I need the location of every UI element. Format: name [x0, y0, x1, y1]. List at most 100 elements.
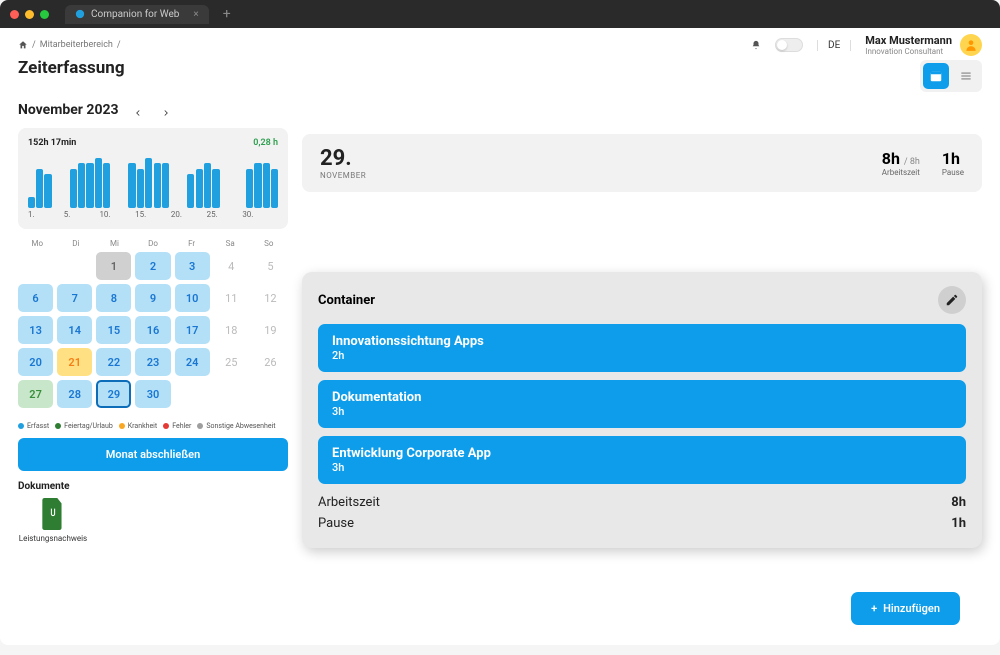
calendar-day[interactable]: 1 [96, 252, 131, 280]
calendar-day[interactable]: 20 [18, 348, 53, 376]
avatar [960, 34, 982, 56]
calendar-day[interactable]: 14 [57, 316, 92, 344]
calendar-legend: Erfasst Feiertag/Urlaub Krankheit Fehler… [18, 422, 288, 430]
hours-chart: 152h 17min 0,28 h 1.5.10.15.20.25.30. [18, 128, 288, 229]
chart-bar [70, 169, 77, 208]
plus-icon: + [871, 602, 877, 615]
chart-delta: 0,28 h [253, 138, 278, 148]
maximize-window-icon[interactable] [40, 10, 49, 19]
calendar-day[interactable]: 18 [214, 316, 249, 344]
document-icon [40, 498, 66, 530]
chart-bar [137, 169, 144, 208]
calendar-day[interactable]: 16 [135, 316, 170, 344]
page-title: Zeiterfassung [0, 58, 1000, 88]
calendar-day[interactable]: 9 [135, 284, 170, 312]
calendar-day[interactable]: 3 [175, 252, 210, 280]
chart-bar [28, 197, 35, 208]
calendar-day[interactable]: 6 [18, 284, 53, 312]
chart-total: 152h 17min [28, 138, 76, 148]
user-name: Max Mustermann [865, 34, 952, 47]
calendar-day[interactable]: 24 [175, 348, 210, 376]
chart-bar [204, 163, 211, 208]
time-entry[interactable]: Entwicklung Corporate App3h [318, 436, 966, 484]
entry-duration: 3h [332, 405, 952, 418]
chart-bar [271, 169, 278, 208]
prev-month-button[interactable] [133, 103, 147, 117]
month-label: November 2023 [18, 102, 119, 118]
breadcrumb: / Mitarbeiterbereich / DE Max Mustermann… [0, 28, 1000, 58]
theme-toggle[interactable] [775, 38, 803, 52]
calendar-day[interactable]: 28 [57, 380, 92, 408]
chart-bar [196, 169, 203, 208]
breadcrumb-link[interactable]: Mitarbeiterbereich [40, 40, 113, 50]
calendar-day[interactable]: 15 [96, 316, 131, 344]
container-title: Container [318, 293, 375, 308]
chart-bar [162, 163, 169, 208]
calendar-day[interactable]: 26 [253, 348, 288, 376]
home-icon[interactable] [18, 40, 28, 50]
calendar-day[interactable]: 27 [18, 380, 53, 408]
calendar-day[interactable]: 17 [175, 316, 210, 344]
calendar-day[interactable]: 21 [57, 348, 92, 376]
time-entry[interactable]: Innovationssichtung Apps2h [318, 324, 966, 372]
selected-day-header: 29. NOVEMBER 8h / 8h Arbeitszeit 1h Paus… [302, 134, 982, 192]
chart-bar [44, 174, 51, 208]
day-month: NOVEMBER [320, 171, 366, 180]
add-entry-button[interactable]: + Hinzufügen [851, 592, 960, 625]
entries-container: Container Innovationssichtung Apps2h Doku… [302, 272, 982, 548]
new-tab-icon[interactable]: + [223, 6, 231, 22]
calendar-day[interactable]: 5 [253, 252, 288, 280]
chart-bar [263, 163, 270, 208]
chart-bar [246, 169, 253, 208]
tab-title: Companion for Web [91, 9, 179, 20]
chart-bar [128, 163, 135, 208]
calendar-day[interactable]: 22 [96, 348, 131, 376]
next-month-button[interactable] [161, 103, 175, 117]
entry-title: Entwicklung Corporate App [332, 446, 952, 461]
user-menu[interactable]: Max Mustermann Innovation Consultant [865, 34, 982, 56]
calendar-day[interactable]: 23 [135, 348, 170, 376]
chart-bar [212, 169, 219, 208]
chart-bar [95, 158, 102, 208]
chart-bar [86, 163, 93, 208]
entry-duration: 3h [332, 461, 952, 474]
day-number: 29. [320, 146, 366, 171]
calendar-view-button[interactable] [923, 63, 949, 89]
chart-bar [187, 174, 194, 208]
close-window-icon[interactable] [10, 10, 19, 19]
chart-bar [103, 163, 110, 208]
calendar-day[interactable]: 10 [175, 284, 210, 312]
entry-title: Dokumentation [332, 390, 952, 405]
chart-bar [78, 163, 85, 208]
language-selector[interactable]: DE [817, 40, 851, 51]
calendar-day[interactable]: 29 [96, 380, 131, 408]
calendar-day[interactable]: 19 [253, 316, 288, 344]
close-tab-icon[interactable]: × [193, 9, 198, 20]
calendar-day[interactable]: 25 [214, 348, 249, 376]
calendar-day[interactable]: 30 [135, 380, 170, 408]
calendar-day[interactable]: 11 [214, 284, 249, 312]
calendar-day[interactable]: 2 [135, 252, 170, 280]
user-role: Innovation Consultant [865, 47, 952, 56]
calendar-day[interactable]: 4 [214, 252, 249, 280]
documents-title: Dokumente [18, 481, 288, 492]
calendar-day[interactable]: 8 [96, 284, 131, 312]
minimize-window-icon[interactable] [25, 10, 34, 19]
list-view-button[interactable] [953, 63, 979, 89]
time-entry[interactable]: Dokumentation3h [318, 380, 966, 428]
chart-bar [36, 169, 43, 208]
browser-tab[interactable]: Companion for Web × [65, 5, 209, 24]
entry-title: Innovationssichtung Apps [332, 334, 952, 349]
calendar-day[interactable]: 13 [18, 316, 53, 344]
calendar-day[interactable]: 12 [253, 284, 288, 312]
view-toggle [920, 60, 982, 92]
document-item[interactable]: Leistungsnachweis [18, 498, 88, 543]
browser-chrome: Companion for Web × + [0, 0, 1000, 28]
chart-bar [254, 163, 261, 208]
entry-duration: 2h [332, 349, 952, 362]
calendar-day[interactable]: 7 [57, 284, 92, 312]
bell-icon[interactable] [751, 40, 761, 50]
calendar: MoDiMiDoFrSaSo 1234567891011121314151617… [18, 239, 288, 408]
close-month-button[interactable]: Monat abschließen [18, 438, 288, 471]
edit-button[interactable] [938, 286, 966, 314]
